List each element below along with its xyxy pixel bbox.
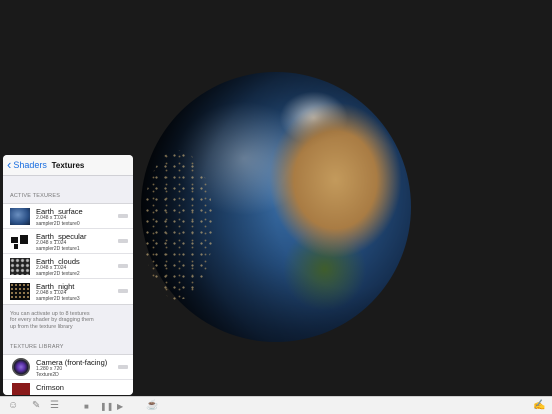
stop-icon[interactable]: ■ (84, 401, 89, 412)
library-item-name: Crimson (36, 383, 64, 392)
library-item-type: Texture2D (36, 371, 59, 378)
city-lights-overlay (143, 150, 213, 300)
reorder-handle-icon[interactable] (118, 365, 128, 369)
pencil-icon[interactable]: ✎ (32, 400, 40, 411)
texture-binding: sampler2D texture1 (36, 245, 80, 252)
teapot-icon[interactable]: ☕ (146, 400, 158, 411)
texture-details: 2.048 x 1.024 sampler2D texture3 (36, 290, 80, 302)
texture-thumbnail (10, 233, 30, 250)
edit-icon[interactable]: ✍ (533, 400, 545, 411)
library-item-details: 1.280 x 720 Texture2D (36, 366, 62, 378)
texture-binding: sampler2D texture0 (36, 220, 80, 227)
help-line: up from the texture library (10, 323, 73, 330)
texture-row-earth-clouds[interactable]: Earth_clouds 2.048 x 1.024 sampler2D tex… (3, 254, 133, 279)
texture-details: 2.048 x 1.024 sampler2D texture1 (36, 240, 80, 252)
masks-icon[interactable]: ☺ (8, 400, 18, 411)
help-text: You can activate up to 8 textures for ev… (3, 305, 133, 338)
sliders-icon[interactable]: ☰ (50, 400, 59, 411)
pause-icon[interactable]: ❚❚ (100, 401, 113, 412)
panel-header: ‹ Shaders Textures (3, 155, 133, 176)
texture-binding: sampler2D texture3 (36, 295, 80, 302)
bottom-toolbar: ☺ ✎ ☰ ■ ❚❚ ▶ ☕ ✍ (0, 396, 552, 414)
texture-row-earth-night[interactable]: Earth_night 2.048 x 1.024 sampler2D text… (3, 279, 133, 304)
texture-library-list: Camera (front-facing) 1.280 x 720 Textur… (3, 354, 133, 395)
texture-thumbnail (10, 208, 30, 225)
library-item-crimson[interactable]: Crimson (3, 380, 133, 395)
texture-row-earth-surface[interactable]: Earth_surface 2.048 x 1.024 sampler2D te… (3, 204, 133, 229)
camera-lens-icon (12, 358, 30, 376)
panel-title: Textures (51, 161, 85, 170)
reorder-handle-icon[interactable] (118, 239, 128, 243)
texture-thumbnail (12, 383, 30, 395)
texture-library-heading: TEXTURE LIBRARY (10, 344, 64, 350)
texture-details: 2.048 x 1.024 sampler2D texture2 (36, 265, 80, 277)
active-textures-heading: ACTIVE TEXURES (10, 193, 61, 199)
render-viewport[interactable]: ‹ Shaders Textures ACTIVE TEXURES Earth_… (0, 0, 552, 414)
library-item-camera[interactable]: Camera (front-facing) 1.280 x 720 Textur… (3, 355, 133, 380)
active-textures-list: Earth_surface 2.048 x 1.024 sampler2D te… (3, 203, 133, 305)
reorder-handle-icon[interactable] (118, 214, 128, 218)
play-icon[interactable]: ▶ (117, 401, 123, 412)
texture-binding: sampler2D texture2 (36, 270, 80, 277)
reorder-handle-icon[interactable] (118, 264, 128, 268)
texture-thumbnail (10, 258, 30, 275)
texture-details: 2.048 x 1.024 sampler2D texture0 (36, 215, 80, 227)
reorder-handle-icon[interactable] (118, 289, 128, 293)
texture-thumbnail (10, 283, 30, 300)
texture-row-earth-specular[interactable]: Earth_specular 2.048 x 1.024 sampler2D t… (3, 229, 133, 254)
textures-panel: ‹ Shaders Textures ACTIVE TEXURES Earth_… (3, 155, 133, 395)
